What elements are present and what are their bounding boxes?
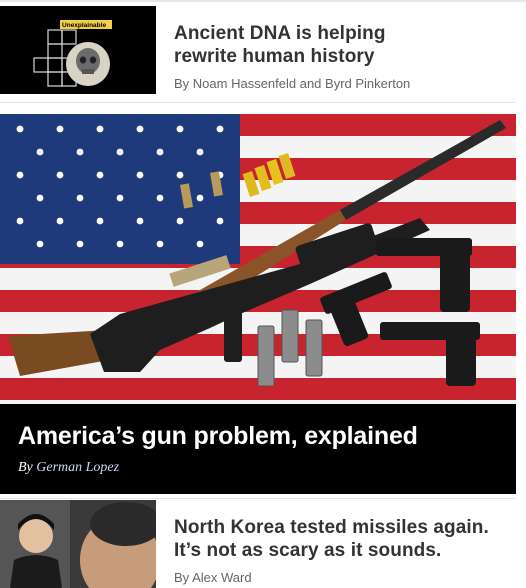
story-thumbnail[interactable]: Unexplainable bbox=[0, 6, 156, 94]
hero-caption-band: America’s gun problem, explained By Germ… bbox=[0, 404, 516, 494]
story-byline: By Alex Ward bbox=[174, 570, 252, 585]
north-korea-artwork bbox=[0, 500, 156, 588]
unexplainable-artwork: Unexplainable bbox=[0, 6, 156, 94]
hero-headline[interactable]: America’s gun problem, explained bbox=[18, 422, 418, 451]
divider bbox=[0, 102, 516, 103]
story-headline[interactable]: North Korea tested missiles again. It’s … bbox=[174, 516, 504, 562]
story-card-gun-problem[interactable]: America’s gun problem, explained By Germ… bbox=[0, 114, 516, 494]
story-byline: By Noam Hassenfeld and Byrd Pinkerton bbox=[174, 76, 411, 91]
story-card-north-korea[interactable]: North Korea tested missiles again. It’s … bbox=[0, 500, 516, 588]
story-thumbnail[interactable] bbox=[0, 500, 156, 588]
divider bbox=[0, 498, 516, 499]
story-card-ancient-dna[interactable]: Unexplainable Ancient DNA is helping rew… bbox=[0, 6, 516, 94]
thumb-label: Unexplainable bbox=[62, 22, 106, 29]
flag-and-guns-artwork bbox=[0, 114, 516, 404]
story-headline[interactable]: Ancient DNA is helping rewrite human his… bbox=[174, 22, 402, 68]
hero-byline: By German Lopez bbox=[18, 460, 119, 476]
skull-icon bbox=[66, 42, 110, 86]
byline-prefix: By bbox=[18, 460, 33, 475]
author-link[interactable]: German Lopez bbox=[36, 460, 119, 475]
hero-image[interactable] bbox=[0, 114, 516, 404]
top-divider bbox=[0, 0, 526, 2]
